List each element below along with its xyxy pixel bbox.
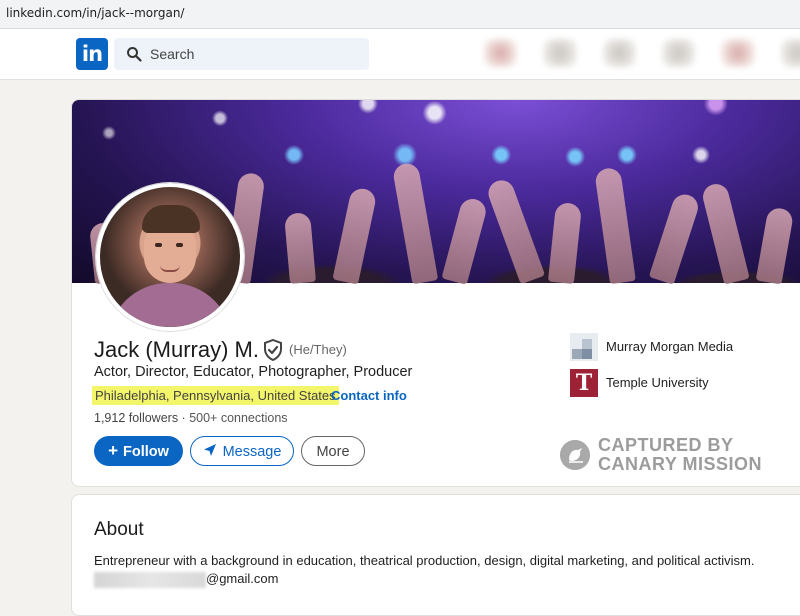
nav-icons-blurred <box>470 33 800 73</box>
followers-count[interactable]: 1,912 followers <box>94 411 178 425</box>
email-suffix: @gmail.com <box>206 571 279 586</box>
redacted-text <box>94 571 206 588</box>
about-title: About <box>94 519 144 540</box>
stats-separator: · <box>178 411 190 425</box>
search-placeholder: Search <box>150 46 195 62</box>
company-name: Murray Morgan Media <box>606 339 734 354</box>
profile-location: Philadelphia, Pennsylvania, United State… <box>92 386 339 405</box>
separator-dot: · <box>325 388 330 403</box>
send-icon <box>203 444 216 456</box>
follow-label: Follow <box>123 444 169 460</box>
connections-count[interactable]: 500+ connections <box>189 411 287 425</box>
verified-shield-icon[interactable] <box>263 339 283 361</box>
follow-button[interactable]: + Follow <box>94 436 183 466</box>
more-button[interactable]: More <box>301 436 365 466</box>
message-button[interactable]: Message <box>190 436 294 466</box>
profile-stats: 1,912 followers · 500+ connections <box>94 411 288 425</box>
profile-headline: Actor, Director, Educator, Photographer,… <box>94 364 413 380</box>
about-section: About Entrepreneur with a background in … <box>71 494 800 616</box>
email-line: @gmail.com <box>94 571 278 589</box>
company-logo-icon <box>570 333 598 361</box>
url-text[interactable]: linkedin.com/in/jack--morgan/ <box>6 6 184 20</box>
blurred-nav-icon[interactable] <box>484 39 518 67</box>
search-icon <box>127 47 142 62</box>
blurred-nav-icon[interactable] <box>721 39 755 67</box>
avatar[interactable] <box>96 183 244 331</box>
profile-name: Jack (Murray) M. <box>94 337 259 362</box>
watermark-line1: CAPTURED BY <box>598 435 734 455</box>
watermark-line2: CANARY MISSION <box>598 454 763 474</box>
more-label: More <box>316 444 350 460</box>
canary-bird-icon <box>560 440 590 470</box>
blurred-nav-icon[interactable] <box>602 39 636 67</box>
blurred-nav-icon[interactable] <box>780 39 800 67</box>
top-navigation: in Search <box>0 29 800 80</box>
canary-mission-watermark: CAPTURED BY CANARY MISSION <box>560 434 770 478</box>
linkedin-logo-icon[interactable]: in <box>76 38 108 70</box>
temple-t-icon: T <box>570 369 598 397</box>
message-label: Message <box>222 444 282 460</box>
search-input[interactable]: Search <box>114 38 369 70</box>
profile-card: Jack (Murray) M. (He/They) Actor, Direct… <box>71 99 800 487</box>
pronouns: (He/They) <box>289 342 347 357</box>
plus-icon: + <box>108 441 118 460</box>
address-bar[interactable]: linkedin.com/in/jack--morgan/ <box>0 0 800 29</box>
contact-info-link[interactable]: Contact info <box>331 388 407 403</box>
school-name: Temple University <box>606 375 709 390</box>
blurred-nav-icon[interactable] <box>543 39 577 67</box>
blurred-nav-icon[interactable] <box>661 39 696 67</box>
about-text: Entrepreneur with a background in educat… <box>94 553 755 568</box>
